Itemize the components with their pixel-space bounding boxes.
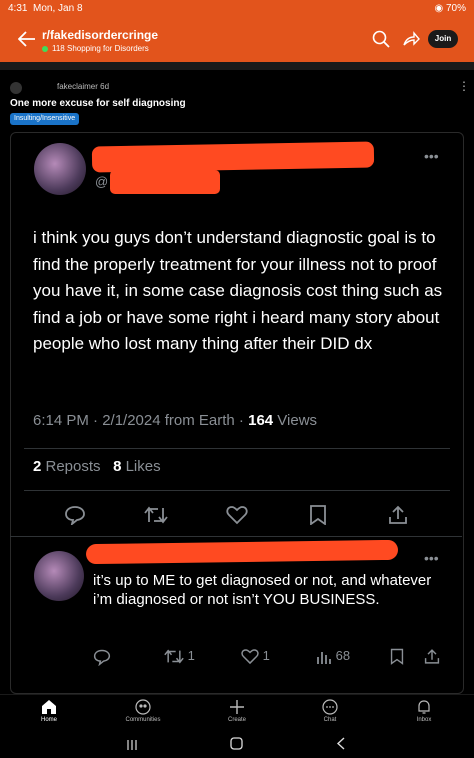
post-title[interactable]: One more excuse for self diagnosing	[10, 98, 186, 109]
nav-inbox-label: Inbox	[416, 717, 432, 723]
nav-chat-label: Chat	[323, 717, 337, 723]
tweet-stats: 2 Reposts 8 Likes	[33, 458, 161, 475]
previous-post-actions	[0, 62, 474, 70]
bottom-navigation: Home Communities Create Chat Inbox	[0, 694, 474, 735]
status-time: 4:31	[8, 3, 28, 14]
post-author-line: fakeclaimer 6d	[57, 82, 109, 91]
share-icon[interactable]	[402, 30, 420, 53]
redaction-mark	[91, 141, 375, 173]
nav-home[interactable]: Home	[14, 699, 84, 723]
reply-views: 68	[316, 648, 350, 665]
online-count-label: 118 Shopping for Disorders	[52, 44, 149, 53]
plus-icon	[230, 700, 244, 714]
subreddit-name[interactable]: r/fakedisordercringe	[42, 28, 158, 42]
tweet-meta: 6:14 PM · 2/1/2024 from Earth · 164 View…	[33, 412, 317, 429]
join-button[interactable]: Join	[428, 30, 458, 48]
bookmark-icon	[309, 505, 327, 530]
tweet-avatar	[34, 143, 86, 195]
divider	[24, 490, 450, 491]
nav-chat[interactable]: Chat	[295, 699, 365, 723]
system-navigation	[0, 734, 474, 758]
reply-share-icon	[424, 648, 440, 668]
back-button-icon[interactable]	[336, 737, 346, 755]
nav-home-label: Home	[40, 717, 57, 723]
reply-reply-icon	[93, 648, 111, 669]
chat-icon	[322, 699, 338, 715]
divider	[10, 536, 462, 537]
reposts-label: Reposts	[41, 458, 101, 475]
author-avatar[interactable]	[10, 82, 22, 94]
status-bar: 4:31 Mon, Jan 8 ◉ 70%	[0, 0, 474, 18]
nav-create-label: Create	[227, 717, 246, 723]
post-author[interactable]: fakeclaimer	[57, 82, 98, 91]
share-tweet-icon	[388, 505, 408, 530]
subreddit-header: r/fakedisordercringe 118 Shopping for Di…	[0, 18, 474, 62]
reply-retweet: 1	[164, 648, 195, 665]
back-arrow-icon[interactable]	[17, 31, 36, 50]
tweet-timestamp: 6:14 PM · 2/1/2024 from Earth ·	[33, 412, 249, 429]
reply-text: it’s up to ME to get diagnosed or not, a…	[93, 572, 432, 608]
nav-communities[interactable]: Communities	[108, 699, 178, 723]
post-more-icon[interactable]: ⋮	[458, 79, 470, 93]
search-icon[interactable]	[372, 30, 390, 53]
status-battery: ◉ 70%	[434, 3, 466, 14]
online-dot-icon	[42, 45, 48, 52]
status-time-date: 4:31 Mon, Jan 8	[8, 3, 83, 14]
post-age: 6d	[100, 82, 110, 91]
nav-create[interactable]: Create	[202, 699, 272, 723]
communities-icon	[135, 699, 151, 715]
status-date: Mon, Jan 8	[33, 3, 83, 14]
likes-label: Likes	[121, 458, 161, 475]
online-count: 118 Shopping for Disorders	[42, 44, 149, 53]
recent-apps-icon[interactable]	[126, 738, 138, 756]
wifi-icon: ◉	[434, 3, 444, 14]
home-icon	[42, 700, 56, 714]
reply-icon	[64, 505, 86, 530]
divider	[24, 448, 450, 449]
redaction-mark	[110, 170, 220, 194]
reply-avatar	[34, 551, 84, 601]
post-flair[interactable]: Insulting/Insensitive	[10, 113, 80, 125]
nav-inbox[interactable]: Inbox	[389, 699, 459, 723]
tweet-views-label: Views	[273, 412, 318, 429]
reply-like: 1	[241, 648, 270, 665]
like-icon	[226, 505, 248, 530]
reply-retweet-count: 1	[187, 648, 195, 663]
tweet-text: i think you guys don’t understand diagno…	[33, 228, 443, 354]
battery-level: 70%	[445, 3, 466, 14]
reply-bookmark-icon	[390, 648, 404, 668]
tweet-handle: @	[95, 174, 109, 189]
bell-icon	[418, 700, 430, 714]
retweet-icon	[144, 505, 168, 530]
reply-more-icon: •••	[424, 550, 439, 566]
tweet-views-count: 164	[248, 412, 274, 429]
nav-communities-label: Communities	[125, 717, 161, 723]
tweet-more-icon: •••	[424, 148, 439, 164]
reply-like-count: 1	[262, 648, 270, 663]
home-button-icon[interactable]	[230, 737, 243, 755]
reply-views-count: 68	[335, 648, 351, 663]
